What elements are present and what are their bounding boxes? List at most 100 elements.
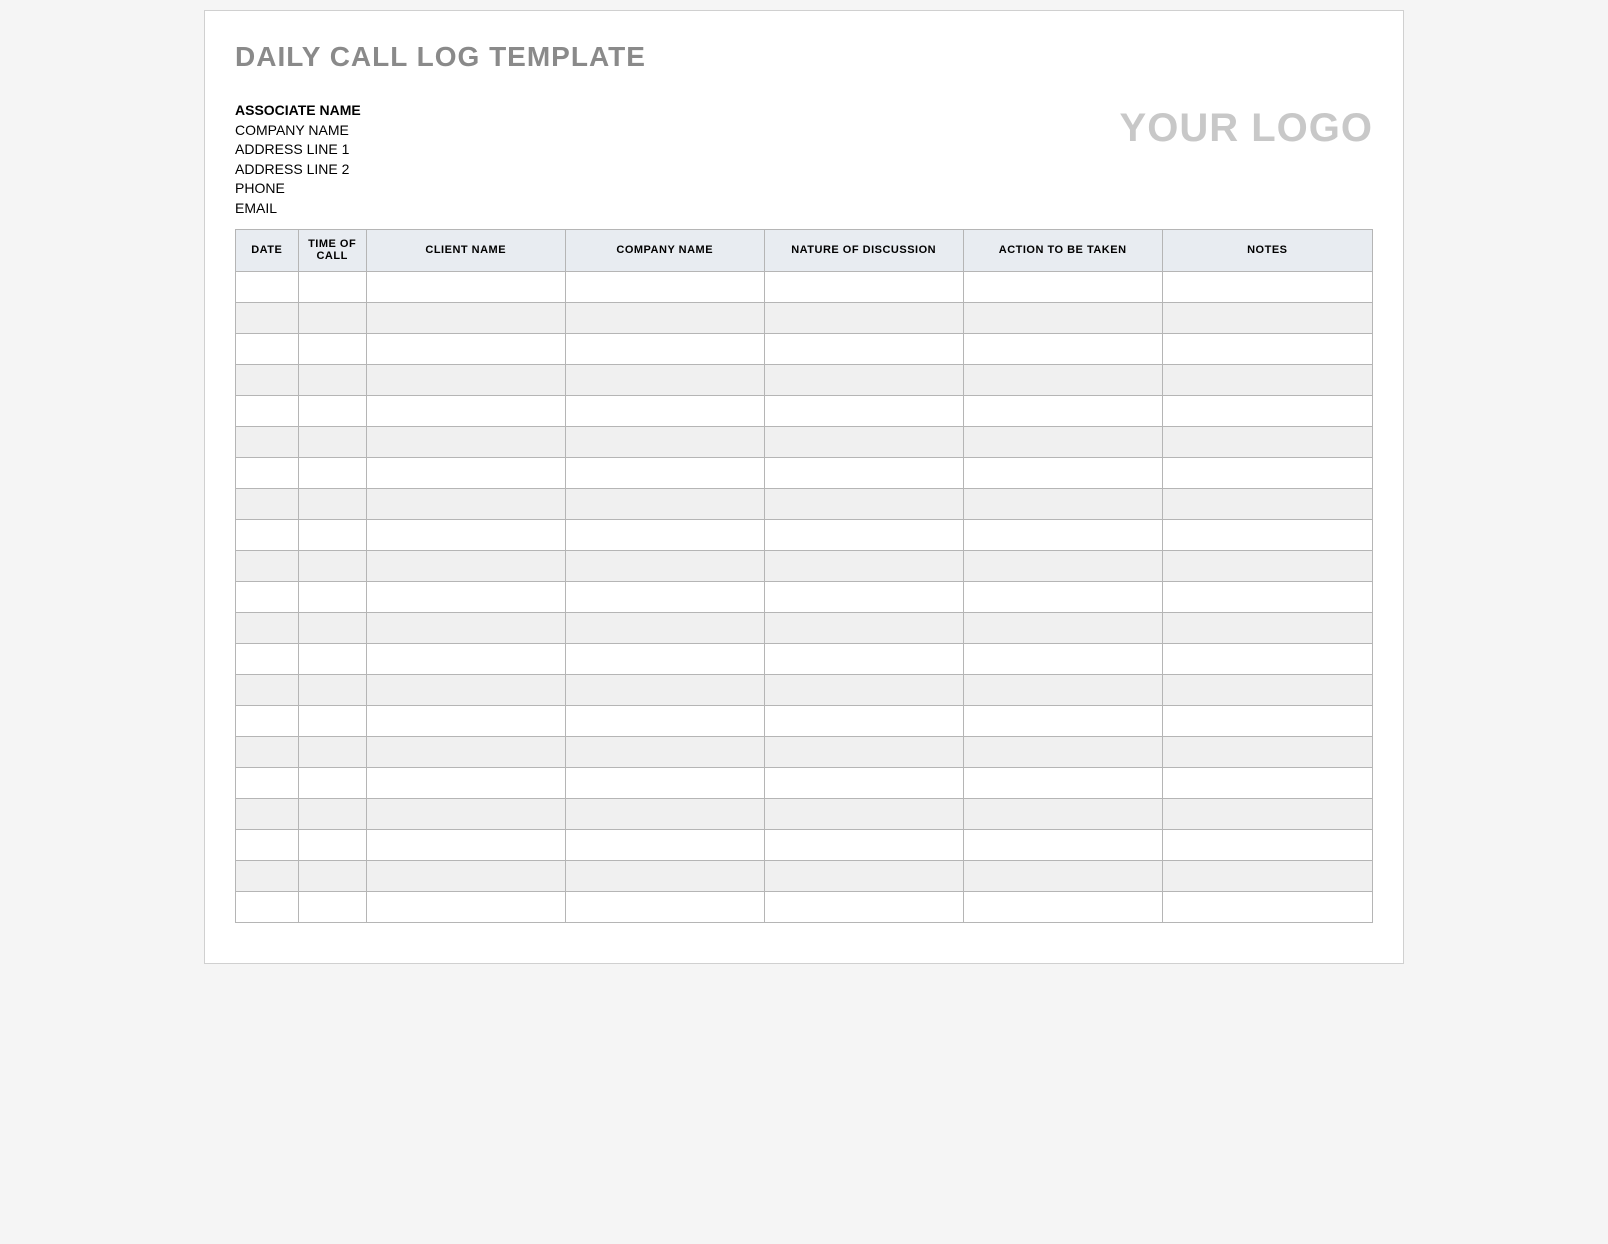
cell-client[interactable] xyxy=(366,705,565,736)
cell-time[interactable] xyxy=(298,488,366,519)
cell-client[interactable] xyxy=(366,364,565,395)
cell-nature[interactable] xyxy=(764,674,963,705)
cell-company[interactable] xyxy=(565,395,764,426)
cell-time[interactable] xyxy=(298,829,366,860)
cell-date[interactable] xyxy=(236,705,299,736)
cell-company[interactable] xyxy=(565,829,764,860)
cell-nature[interactable] xyxy=(764,798,963,829)
cell-action[interactable] xyxy=(963,643,1162,674)
cell-nature[interactable] xyxy=(764,395,963,426)
cell-time[interactable] xyxy=(298,426,366,457)
cell-time[interactable] xyxy=(298,581,366,612)
cell-nature[interactable] xyxy=(764,736,963,767)
cell-company[interactable] xyxy=(565,581,764,612)
cell-action[interactable] xyxy=(963,488,1162,519)
cell-action[interactable] xyxy=(963,271,1162,302)
cell-date[interactable] xyxy=(236,860,299,891)
cell-notes[interactable] xyxy=(1162,271,1372,302)
cell-time[interactable] xyxy=(298,271,366,302)
cell-notes[interactable] xyxy=(1162,395,1372,426)
cell-company[interactable] xyxy=(565,364,764,395)
cell-time[interactable] xyxy=(298,457,366,488)
cell-time[interactable] xyxy=(298,643,366,674)
cell-company[interactable] xyxy=(565,457,764,488)
cell-client[interactable] xyxy=(366,395,565,426)
cell-date[interactable] xyxy=(236,767,299,798)
cell-nature[interactable] xyxy=(764,860,963,891)
cell-date[interactable] xyxy=(236,271,299,302)
cell-action[interactable] xyxy=(963,736,1162,767)
cell-nature[interactable] xyxy=(764,829,963,860)
cell-notes[interactable] xyxy=(1162,736,1372,767)
cell-date[interactable] xyxy=(236,798,299,829)
cell-notes[interactable] xyxy=(1162,891,1372,922)
cell-company[interactable] xyxy=(565,519,764,550)
cell-date[interactable] xyxy=(236,736,299,767)
cell-time[interactable] xyxy=(298,767,366,798)
cell-action[interactable] xyxy=(963,550,1162,581)
cell-company[interactable] xyxy=(565,705,764,736)
cell-client[interactable] xyxy=(366,333,565,364)
cell-notes[interactable] xyxy=(1162,705,1372,736)
cell-time[interactable] xyxy=(298,302,366,333)
cell-client[interactable] xyxy=(366,891,565,922)
cell-nature[interactable] xyxy=(764,767,963,798)
cell-action[interactable] xyxy=(963,860,1162,891)
cell-client[interactable] xyxy=(366,798,565,829)
cell-date[interactable] xyxy=(236,302,299,333)
cell-client[interactable] xyxy=(366,426,565,457)
cell-action[interactable] xyxy=(963,829,1162,860)
cell-company[interactable] xyxy=(565,643,764,674)
cell-date[interactable] xyxy=(236,829,299,860)
cell-company[interactable] xyxy=(565,302,764,333)
cell-nature[interactable] xyxy=(764,643,963,674)
cell-notes[interactable] xyxy=(1162,519,1372,550)
cell-date[interactable] xyxy=(236,488,299,519)
cell-action[interactable] xyxy=(963,705,1162,736)
cell-time[interactable] xyxy=(298,364,366,395)
cell-time[interactable] xyxy=(298,550,366,581)
cell-company[interactable] xyxy=(565,798,764,829)
cell-time[interactable] xyxy=(298,736,366,767)
cell-action[interactable] xyxy=(963,302,1162,333)
cell-notes[interactable] xyxy=(1162,364,1372,395)
cell-nature[interactable] xyxy=(764,612,963,643)
cell-nature[interactable] xyxy=(764,550,963,581)
cell-action[interactable] xyxy=(963,767,1162,798)
cell-client[interactable] xyxy=(366,271,565,302)
cell-client[interactable] xyxy=(366,488,565,519)
cell-notes[interactable] xyxy=(1162,860,1372,891)
cell-nature[interactable] xyxy=(764,364,963,395)
cell-client[interactable] xyxy=(366,674,565,705)
cell-company[interactable] xyxy=(565,767,764,798)
cell-company[interactable] xyxy=(565,612,764,643)
cell-date[interactable] xyxy=(236,674,299,705)
cell-time[interactable] xyxy=(298,333,366,364)
cell-client[interactable] xyxy=(366,457,565,488)
cell-notes[interactable] xyxy=(1162,426,1372,457)
cell-notes[interactable] xyxy=(1162,612,1372,643)
cell-notes[interactable] xyxy=(1162,674,1372,705)
cell-notes[interactable] xyxy=(1162,488,1372,519)
cell-action[interactable] xyxy=(963,457,1162,488)
cell-notes[interactable] xyxy=(1162,302,1372,333)
cell-company[interactable] xyxy=(565,333,764,364)
cell-time[interactable] xyxy=(298,798,366,829)
cell-time[interactable] xyxy=(298,612,366,643)
cell-nature[interactable] xyxy=(764,891,963,922)
cell-date[interactable] xyxy=(236,612,299,643)
cell-notes[interactable] xyxy=(1162,457,1372,488)
cell-client[interactable] xyxy=(366,612,565,643)
cell-action[interactable] xyxy=(963,581,1162,612)
cell-client[interactable] xyxy=(366,550,565,581)
cell-date[interactable] xyxy=(236,333,299,364)
cell-date[interactable] xyxy=(236,426,299,457)
cell-nature[interactable] xyxy=(764,457,963,488)
cell-date[interactable] xyxy=(236,519,299,550)
cell-nature[interactable] xyxy=(764,271,963,302)
cell-client[interactable] xyxy=(366,767,565,798)
cell-company[interactable] xyxy=(565,550,764,581)
cell-time[interactable] xyxy=(298,860,366,891)
cell-company[interactable] xyxy=(565,891,764,922)
cell-client[interactable] xyxy=(366,829,565,860)
